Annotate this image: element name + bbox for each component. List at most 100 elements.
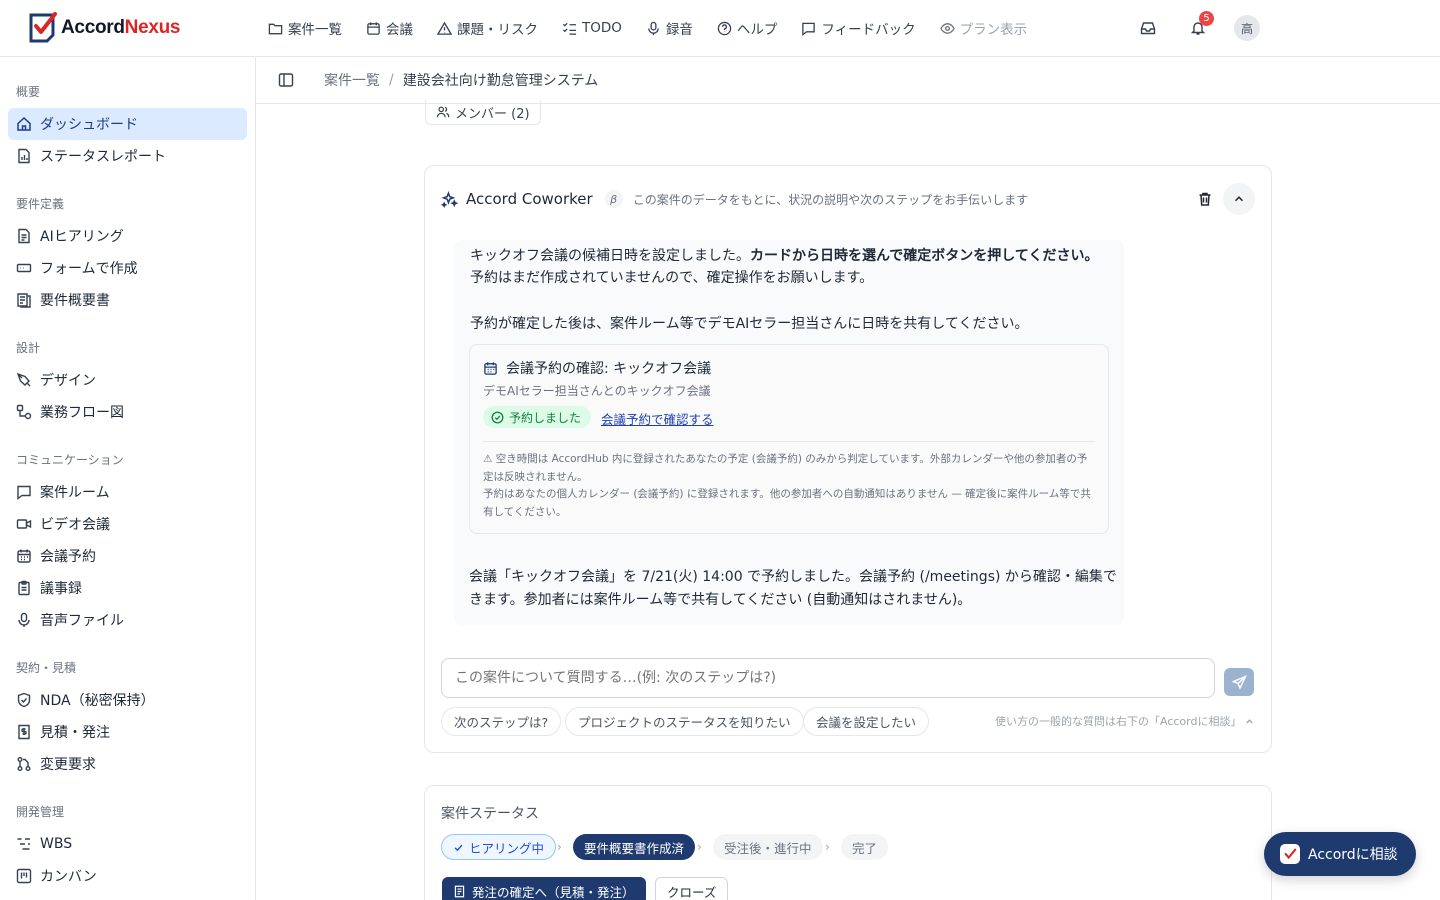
sidebar-item-label: 要件概要書 (40, 293, 110, 309)
wbs-icon (17, 838, 30, 850)
order-button-label: 発注の確定へ（見積・発注） (472, 884, 635, 900)
notifications-button[interactable]: 5 (1184, 11, 1214, 42)
card-divider (483, 441, 1095, 442)
sidebar-item-estimate[interactable]: 見積・発注 (8, 716, 247, 748)
nav-cases[interactable]: 案件一覧 (268, 18, 342, 38)
sidebar-item-label: デザイン (40, 373, 96, 389)
sidebar-item-audio[interactable]: 音声ファイル (8, 604, 247, 636)
nav-help[interactable]: ヘルプ (717, 18, 778, 38)
status-text: 予約しました (509, 410, 582, 425)
sidebar-item-label: 変更要求 (40, 757, 96, 773)
microphone-icon (648, 21, 659, 35)
document-icon (18, 228, 30, 244)
calendar-icon (17, 549, 31, 563)
members-label: メンバー (2) (455, 106, 530, 122)
sidebar-item-ai-hearing[interactable]: AIヒアリング (8, 220, 247, 252)
collapse-button[interactable] (1223, 183, 1255, 215)
coworker-subtitle: この案件のデータをもとに、状況の説明や次のステップをお手伝いします (632, 192, 1029, 207)
suggestion-chip[interactable]: 会議を設定したい (803, 707, 930, 736)
card-subtitle: デモAIセラー担当さんとのキックオフ会議 (483, 384, 711, 398)
users-icon (436, 106, 450, 118)
video-icon (16, 519, 32, 529)
status-step-complete[interactable]: 完了 (841, 834, 889, 860)
confirm-order-button[interactable]: 発注の確定へ（見積・発注） (442, 877, 646, 900)
nav-label: TODO (582, 20, 622, 36)
accord-consult-button[interactable]: Accordに相談 (1264, 832, 1416, 876)
kanban-icon (16, 868, 32, 884)
meeting-booking-link[interactable]: 会議予約で確認する (601, 409, 714, 428)
breadcrumb-cases-link[interactable]: 案件一覧 (324, 70, 380, 90)
user-avatar[interactable]: 高 (1234, 15, 1260, 41)
sidebar-item-label: フォームで作成 (40, 261, 138, 277)
sidebar-item-wbs[interactable]: WBS (8, 828, 247, 860)
microphone-icon (18, 612, 30, 627)
status-step-hearing[interactable]: ヒアリング中 (441, 834, 557, 860)
close-case-button[interactable]: クローズ (655, 877, 729, 900)
nav-label: ヘルプ (736, 22, 778, 38)
nav-label: プラン表示 (959, 22, 1028, 38)
app-logo[interactable]: AccordNexus (29, 12, 181, 44)
nav-label: 録音 (665, 22, 693, 38)
sidebar-item-requirements[interactable]: 要件概要書 (8, 284, 247, 316)
message-line: 予約が確定した後は、案件ルーム等でデモAIセラー担当さんに日時を共有してください… (470, 316, 1029, 332)
sidebar-section-title: 概要 (16, 85, 41, 99)
send-button[interactable] (1224, 668, 1254, 696)
sidebar-item-nda[interactable]: NDA（秘密保持） (8, 684, 247, 716)
sidebar-item-flow[interactable]: 業務フロー図 (8, 396, 247, 428)
chevron-right-icon: › (825, 840, 830, 854)
sidebar-item-label: カンバン (40, 869, 97, 885)
logo-mark-icon (29, 12, 57, 43)
nav-meetings[interactable]: 会議 (366, 18, 413, 38)
chevron-up-icon (1246, 718, 1254, 723)
sidebar: 概要 ダッシュボード ステータスレポート 要件定義 AIヒアリング フォームで作… (0, 57, 256, 900)
sidebar-item-meeting-booking[interactable]: 会議予約 (8, 540, 247, 572)
card-note: ⚠ 空き時間は AccordHub 内に登録されたあなたの予定 (会議予約) の… (483, 451, 1097, 521)
trash-icon[interactable] (1197, 191, 1213, 207)
sidebar-item-form[interactable]: フォームで作成 (8, 252, 247, 284)
report-icon (18, 148, 30, 164)
sidebar-item-label: 会議予約 (40, 549, 96, 565)
booked-status-badge: 予約しました (483, 406, 592, 428)
sidebar-item-label: 見積・発注 (40, 725, 110, 741)
status-step-in-progress[interactable]: 受注後・進行中 (713, 834, 823, 860)
chevron-up-icon (1234, 196, 1244, 202)
sidebar-item-label: ビデオ会議 (40, 517, 110, 533)
sidebar-item-label: NDA（秘密保持） (40, 693, 155, 709)
sidebar-section-title: 契約・見積 (16, 661, 77, 675)
nav-plan[interactable]: プラン表示 (939, 18, 1028, 38)
eye-icon (939, 22, 955, 34)
nav-feedback[interactable]: フィードバック (801, 18, 916, 38)
home-icon (17, 116, 31, 131)
sidebar-item-dashboard[interactable]: ダッシュボード (8, 108, 247, 140)
status-step-requirements[interactable]: 要件概要書作成済 (573, 834, 696, 860)
checklist-icon (562, 22, 577, 35)
sidebar-section-title: 設計 (16, 341, 41, 355)
message-line: 会議「キックオフ会議」を 7/21(火) 14:00 で予約しました。会議予約 … (469, 569, 1117, 608)
receipt-icon (18, 724, 30, 740)
nav-issues[interactable]: 課題・リスク (437, 18, 538, 38)
sidebar-item-minutes[interactable]: 議事録 (8, 572, 247, 604)
sidebar-item-video[interactable]: ビデオ会議 (8, 508, 247, 540)
members-button[interactable]: メンバー (2) (425, 100, 541, 125)
chat-input[interactable] (441, 658, 1215, 698)
sidebar-item-kanban[interactable]: カンバン (8, 860, 247, 892)
sidebar-item-label: ステータスレポート (40, 149, 166, 165)
sparkles-icon (441, 190, 458, 208)
inbox-button[interactable] (1134, 14, 1162, 42)
nav-recording[interactable]: 録音 (646, 18, 693, 38)
nav-todo[interactable]: TODO (562, 20, 622, 36)
suggestion-chip[interactable]: 次のステップは? (441, 707, 562, 736)
sidebar-item-design[interactable]: デザイン (8, 364, 247, 396)
card-note-line: 予約はあなたの個人カレンダー (会議予約) に登録されます。他の参加者への自動通… (483, 488, 1091, 518)
sidebar-item-change-request[interactable]: 変更要求 (8, 748, 247, 780)
list-document-icon (17, 293, 31, 308)
sidebar-item-status-report[interactable]: ステータスレポート (8, 140, 247, 172)
sidebar-section-title: 開発管理 (16, 805, 65, 819)
message-icon (802, 22, 816, 36)
sidebar-item-room[interactable]: 案件ルーム (8, 476, 247, 508)
suggestion-chip[interactable]: プロジェクトのステータスを知りたい (565, 707, 804, 736)
sidebar-toggle-icon[interactable] (278, 72, 294, 88)
sidebar-item-label: WBS (40, 836, 73, 852)
consult-label: Accordに相談 (1308, 847, 1398, 863)
inbox-icon (1140, 22, 1156, 35)
